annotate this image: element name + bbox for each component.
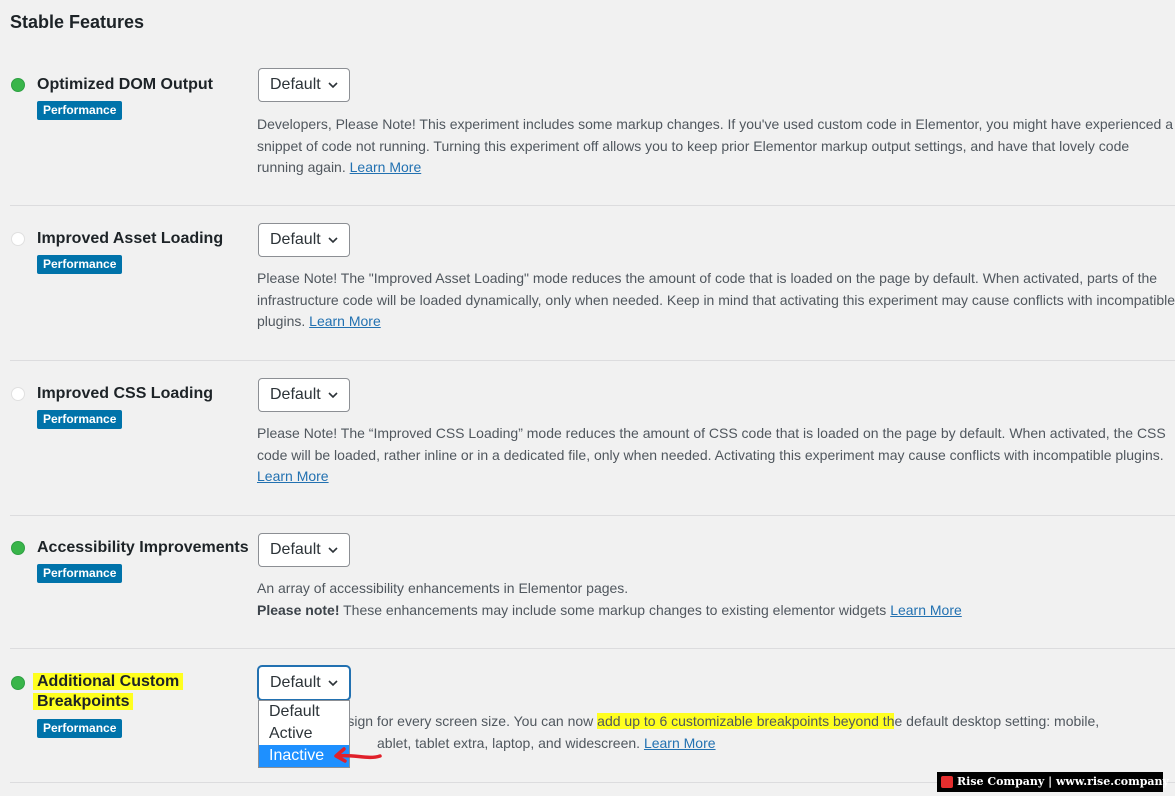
state-select[interactable]: Default <box>258 223 350 257</box>
description-text: ablet, tablet extra, laptop, and widescr… <box>377 734 641 751</box>
rise-logo-icon <box>941 776 953 788</box>
chevron-down-icon <box>328 237 338 244</box>
red-arrow-annotation-icon <box>334 747 382 763</box>
feature-name: Accessibility Improvements <box>37 539 249 556</box>
status-inactive-icon <box>11 232 25 246</box>
feature-row-additional-custom-breakpoints: Additional Custom Breakpoints Performanc… <box>10 649 1175 783</box>
feature-name: Additional Custom Breakpoints <box>33 672 197 712</box>
feature-description: Developers, Please Note! This experiment… <box>257 114 1175 179</box>
watermark-text: Rise Company | www.rise.company <box>957 775 1169 788</box>
feature-row-improved-asset-loading: Improved Asset Loading Performance Defau… <box>10 206 1175 361</box>
description-text: These enhancements may include some mark… <box>339 601 887 618</box>
chevron-down-icon <box>328 392 338 399</box>
description-line: An array of accessibility enhancements i… <box>257 580 629 596</box>
description-text: Please Note! The "Improved Asset Loading… <box>257 270 1175 329</box>
learn-more-link[interactable]: Learn More <box>309 313 381 329</box>
watermark: Rise Company | www.rise.company <box>937 772 1169 792</box>
description-line: Please note! These enhancements may incl… <box>257 600 1175 622</box>
select-value: Default <box>270 541 321 558</box>
description-text: e default desktop setting: mobile, <box>894 713 1100 729</box>
experiments-page: Stable Features Optimized DOM Output Per… <box>0 0 1175 796</box>
feature-description: An array of accessibility enhancements i… <box>257 578 1175 621</box>
select-value: Default <box>270 386 321 403</box>
dropdown-option-default[interactable]: Default <box>259 701 349 723</box>
feature-row-accessibility-improvements: Accessibility Improvements Performance D… <box>10 516 1175 649</box>
feature-row-improved-css-loading: Improved CSS Loading Performance Default… <box>10 361 1175 516</box>
select-value: Default <box>270 76 321 93</box>
status-inactive-icon <box>11 387 25 401</box>
status-active-icon <box>11 78 25 92</box>
tag-badge: Performance <box>37 564 123 583</box>
learn-more-link[interactable]: Learn More <box>890 602 962 618</box>
chevron-down-icon <box>328 82 338 89</box>
highlighted-name: Additional Custom Breakpoints <box>33 673 184 710</box>
feature-row-optimized-dom: Optimized DOM Output Performance Default… <box>10 55 1175 206</box>
state-select[interactable]: Default <box>258 378 350 412</box>
tag-badge: Performance <box>37 719 123 738</box>
state-select[interactable]: Default <box>258 666 350 700</box>
note-label: Please note! <box>257 601 340 618</box>
learn-more-link[interactable]: Learn More <box>257 468 329 484</box>
highlighted-text: add up to 6 customizable breakpoints bey… <box>597 713 895 729</box>
tag-badge: Performance <box>37 410 123 429</box>
feature-name: Improved Asset Loading <box>37 230 224 247</box>
dropdown-option-active[interactable]: Active <box>259 723 349 745</box>
feature-name: Improved CSS Loading <box>37 385 214 402</box>
tag-badge: Performance <box>37 255 123 274</box>
state-select[interactable]: Default <box>258 533 350 567</box>
select-value: Default <box>270 674 321 691</box>
feature-description: Please Note! The “Improved CSS Loading” … <box>257 423 1175 488</box>
learn-more-link[interactable]: Learn More <box>644 735 716 751</box>
state-select[interactable]: Default <box>258 68 350 102</box>
learn-more-link[interactable]: Learn More <box>350 159 422 175</box>
description-text: Please Note! The “Improved CSS Loading” … <box>257 425 1166 463</box>
chevron-down-icon <box>328 680 338 687</box>
description-line: ct design for every screen size. You can… <box>317 711 1172 733</box>
description-line: ablet, tablet extra, laptop, and widescr… <box>317 733 1172 755</box>
section-title: Stable Features <box>10 12 145 32</box>
tag-badge: Performance <box>37 101 123 120</box>
feature-name: Optimized DOM Output <box>37 76 213 93</box>
feature-description: Please Note! The "Improved Asset Loading… <box>257 268 1175 333</box>
description-text: ct design for every screen size. You can… <box>317 713 598 729</box>
chevron-down-icon <box>328 547 338 554</box>
feature-description: ct design for every screen size. You can… <box>317 711 1172 754</box>
status-active-icon <box>11 541 25 555</box>
status-active-icon <box>11 676 25 690</box>
select-value: Default <box>270 231 321 248</box>
